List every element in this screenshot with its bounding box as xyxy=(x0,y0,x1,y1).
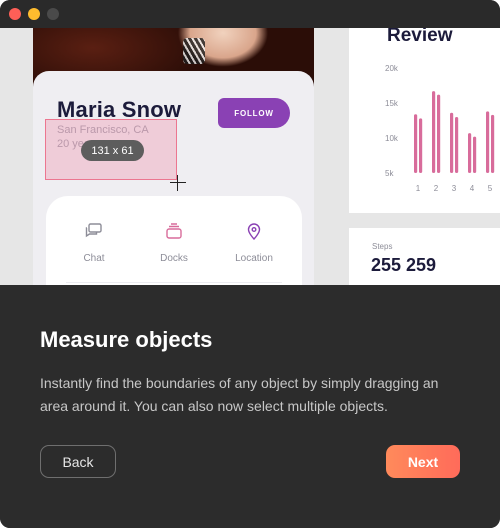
y-tick-label: 15k xyxy=(385,99,399,108)
y-tick-label: 5k xyxy=(385,169,394,178)
docks-icon xyxy=(166,223,182,239)
chart-bar xyxy=(455,117,459,173)
location-pin-icon xyxy=(247,223,261,241)
chart-bar xyxy=(468,133,472,173)
action-location: Location xyxy=(218,216,290,264)
steps-label: Steps xyxy=(372,242,393,251)
steps-value: 255 259 xyxy=(371,255,437,275)
chart-bar xyxy=(473,136,477,173)
photo-detail xyxy=(183,38,205,64)
action-chat: Chat xyxy=(58,216,130,264)
onboarding-window: Maria Snow San Francisco, CA 20 years FO… xyxy=(0,0,500,528)
onboarding-description: Instantly find the boundaries of any obj… xyxy=(40,375,439,414)
maximize-window-button[interactable] xyxy=(47,8,59,20)
review-bar-chart: 20k 15k 10k 5k 1 2 3 4 5 xyxy=(385,64,495,193)
follow-button: FOLLOW xyxy=(218,98,290,128)
feature-preview: Maria Snow San Francisco, CA 20 years FO… xyxy=(0,28,500,285)
chat-icon xyxy=(85,223,102,238)
chart-bar xyxy=(437,94,441,173)
back-button[interactable]: Back xyxy=(40,445,116,478)
y-tick-label: 10k xyxy=(385,134,399,143)
review-card: Review 20k 15k 10k 5k 1 2 3 4 5 xyxy=(349,28,500,213)
onboarding-heading: Measure objects xyxy=(40,327,213,352)
crosshair-cursor-icon xyxy=(170,175,186,191)
action-location-label: Location xyxy=(235,253,273,264)
chart-bar xyxy=(486,111,490,173)
next-button[interactable]: Next xyxy=(386,445,460,478)
onboarding-panel: Measure objects Instantly find the bound… xyxy=(0,285,500,528)
x-tick-label: 4 xyxy=(470,184,475,193)
chart-bar xyxy=(450,112,454,173)
action-docks: Docks xyxy=(138,216,210,264)
minimize-window-button[interactable] xyxy=(28,8,40,20)
chart-bar xyxy=(414,114,418,173)
x-tick-label: 2 xyxy=(434,184,439,193)
profile-actions-card: Chat Docks Location xyxy=(46,196,302,285)
y-tick-label: 20k xyxy=(385,64,399,73)
action-docks-label: Docks xyxy=(160,253,188,264)
x-tick-label: 5 xyxy=(488,184,493,193)
actions-divider xyxy=(66,282,282,283)
chart-bar xyxy=(491,114,495,173)
chart-bar xyxy=(419,118,423,173)
x-tick-label: 1 xyxy=(416,184,421,193)
title-bar xyxy=(0,0,500,28)
close-window-button[interactable] xyxy=(9,8,21,20)
steps-card: Steps 255 259 xyxy=(349,228,500,285)
action-chat-label: Chat xyxy=(83,253,105,264)
chart-bar xyxy=(432,91,436,173)
measure-dimensions-tooltip: 131 x 61 xyxy=(81,140,144,161)
x-tick-label: 3 xyxy=(452,184,457,193)
